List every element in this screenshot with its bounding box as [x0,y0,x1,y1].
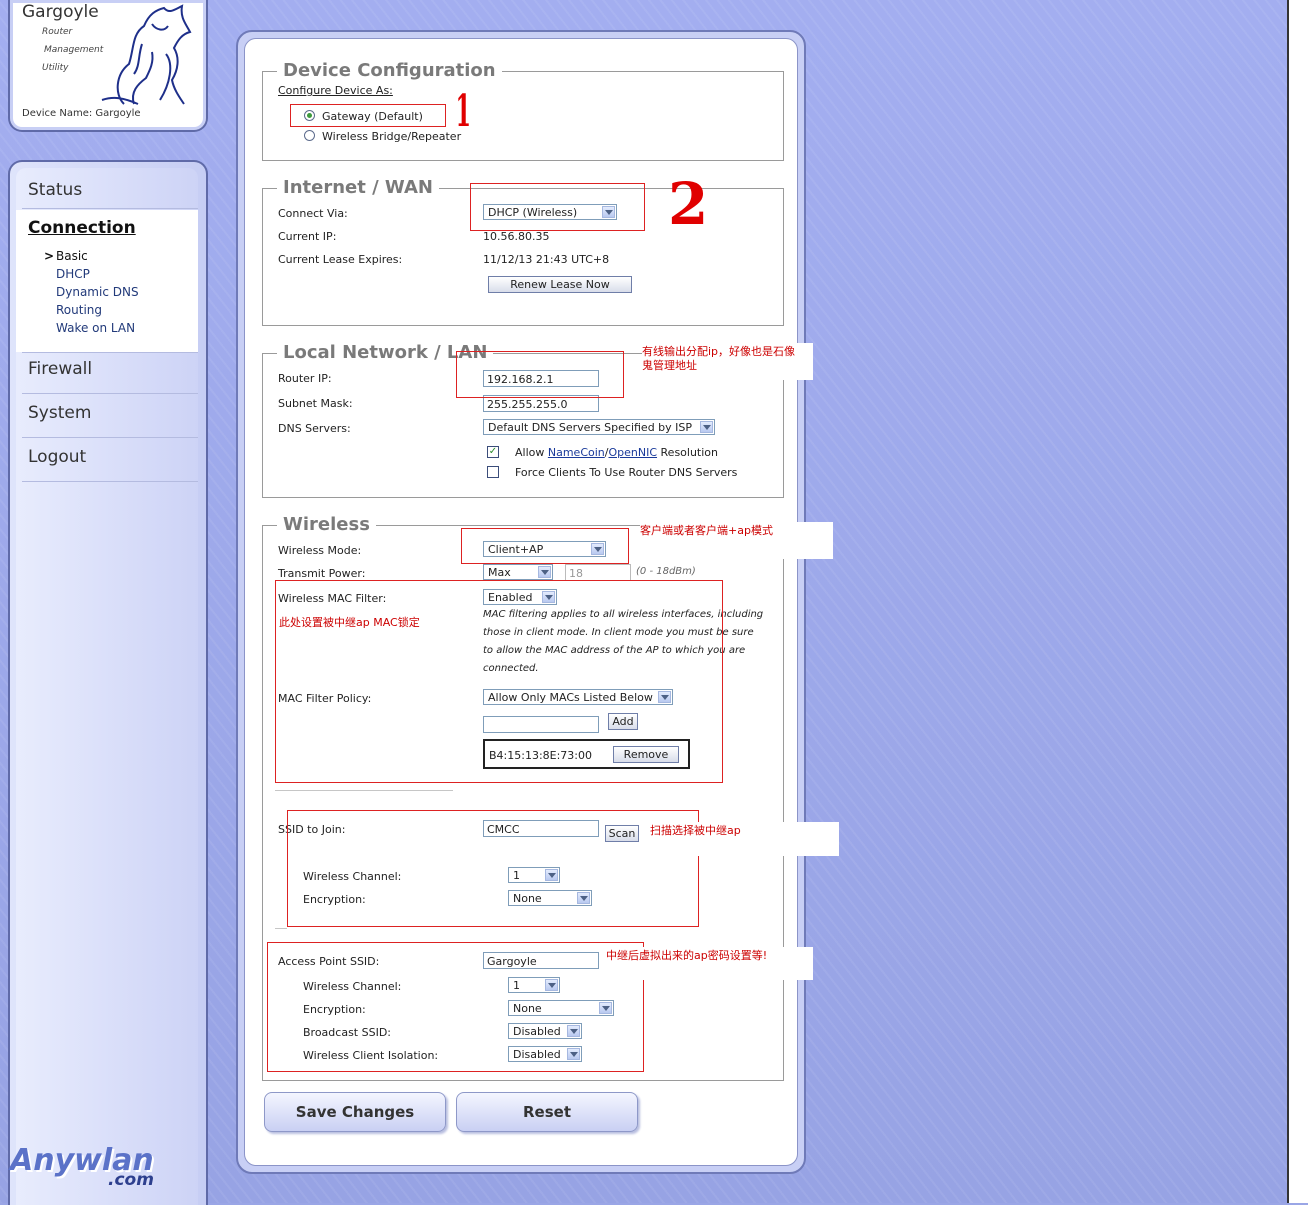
annotation-box-ap [267,942,644,1072]
main-panel-frame: Device Configuration Configure Device As… [236,30,806,1174]
transmit-power-value: Max [488,566,511,579]
transmit-dbm-input[interactable]: 18 [565,564,631,581]
transmit-range-hint: (0 - 18dBm) [636,566,696,577]
annotation-box-lan [456,351,624,398]
lan-annotation-note: 有线输出分配ip，好像也是石像 鬼管理地址 [642,343,813,380]
allow-namecoin-label: Allow NameCoin/OpenNIC Resolution [515,446,718,459]
nav-divider [22,481,198,482]
wireless-legend: Wireless [277,514,376,535]
nav-sub-wake-on-lan[interactable]: Wake on LAN [56,321,135,335]
window-edge [1287,0,1308,1203]
subnet-label: Subnet Mask: [278,397,353,410]
logo-sub-router: Router [42,27,73,37]
nav-firewall[interactable]: Firewall [28,359,92,379]
wireless-mode-label: Wireless Mode: [278,544,362,557]
gargoyle-logo-icon [101,4,192,105]
allow-suffix: Resolution [657,446,719,459]
logo-box: Gargoyle Router Management Utility Devic… [8,0,208,132]
annotation-mark-1: 1 [455,86,471,137]
radio-bridge[interactable] [304,130,315,141]
nav-logout[interactable]: Logout [28,447,86,467]
annotation-box-mac [275,580,723,783]
opennic-link[interactable]: OpenNIC [608,446,657,459]
watermark-com: .com [108,1170,154,1190]
ap-annotation-note: 中继后虚拟出来的ap密码设置等! [606,947,813,980]
nav-sub-dynamic-dns[interactable]: Dynamic DNS [56,285,139,299]
mode-annotation-note: 客户端或者客户端+ap模式 [640,522,833,559]
dns-value: Default DNS Servers Specified by ISP [488,421,693,434]
annotation-box-ssid [287,810,699,927]
nav-status[interactable]: Status [28,180,82,200]
annotation-box-2 [470,183,645,231]
router-ip-label: Router IP: [278,372,332,385]
nav-connection[interactable]: Connection [28,218,136,238]
nav-divider [22,352,198,353]
configure-as-label: Configure Device As: [278,84,393,97]
sidebar: Status Connection > Basic DHCP Dynamic D… [8,160,208,1205]
annotation-box-mode [461,528,629,564]
allow-prefix: Allow [515,446,548,459]
connect-via-label: Connect Via: [278,207,348,220]
current-ip-label: Current IP: [278,230,337,243]
nav-divider [22,208,198,209]
nav-sub-routing[interactable]: Routing [56,303,102,317]
main-panel: Device Configuration Configure Device As… [244,38,798,1166]
lease-label: Current Lease Expires: [278,253,403,266]
transmit-power-label: Transmit Power: [278,567,366,580]
mac-annotation-note: 此处设置被中继ap MAC锁定 [279,616,420,629]
nav-selected-marker: > [44,249,55,263]
wireless-section: Wireless Wireless Mode: Client+AP Transm… [262,514,784,1081]
sidebar-inner: Status Connection > Basic DHCP Dynamic D… [16,168,198,1205]
lease-value: 11/12/13 21:43 UTC+8 [483,253,610,266]
transmit-power-select[interactable]: Max [483,564,553,580]
save-changes-button[interactable]: Save Changes [264,1092,446,1132]
nav-divider [22,393,198,394]
nav-divider [22,437,198,438]
device-config-legend: Device Configuration [277,60,502,81]
nav-sub-dhcp[interactable]: DHCP [56,267,90,281]
namecoin-link[interactable]: NameCoin [548,446,605,459]
scan-annotation-note: 扫描选择被中继ap [650,822,839,856]
reset-button[interactable]: Reset [456,1092,638,1132]
device-config-section: Device Configuration Configure Device As… [262,60,784,161]
lan-note-line-2: 鬼管理地址 [642,359,697,372]
annotation-mark-2: 2 [668,170,709,238]
force-dns-checkbox[interactable] [487,466,499,478]
renew-lease-button[interactable]: Renew Lease Now [488,276,632,293]
logo-title: Gargoyle [22,2,99,22]
divider [275,790,453,791]
dns-select[interactable]: Default DNS Servers Specified by ISP [483,419,715,435]
force-dns-label: Force Clients To Use Router DNS Servers [515,466,738,479]
annotation-box-1 [290,104,446,127]
dns-label: DNS Servers: [278,422,351,435]
nav-system[interactable]: System [28,403,91,423]
chevron-down-icon [700,421,713,433]
device-name-label: Device Name: Gargoyle [22,108,141,119]
chevron-down-icon [538,566,551,578]
wan-legend: Internet / WAN [277,177,439,198]
nav-sub-basic[interactable]: Basic [56,249,88,263]
allow-namecoin-checkbox[interactable]: ✓ [487,446,499,458]
logo-sub-utility: Utility [42,63,69,73]
current-ip-value: 10.56.80.35 [483,230,550,243]
radio-bridge-label: Wireless Bridge/Repeater [322,130,462,143]
divider [275,928,287,929]
